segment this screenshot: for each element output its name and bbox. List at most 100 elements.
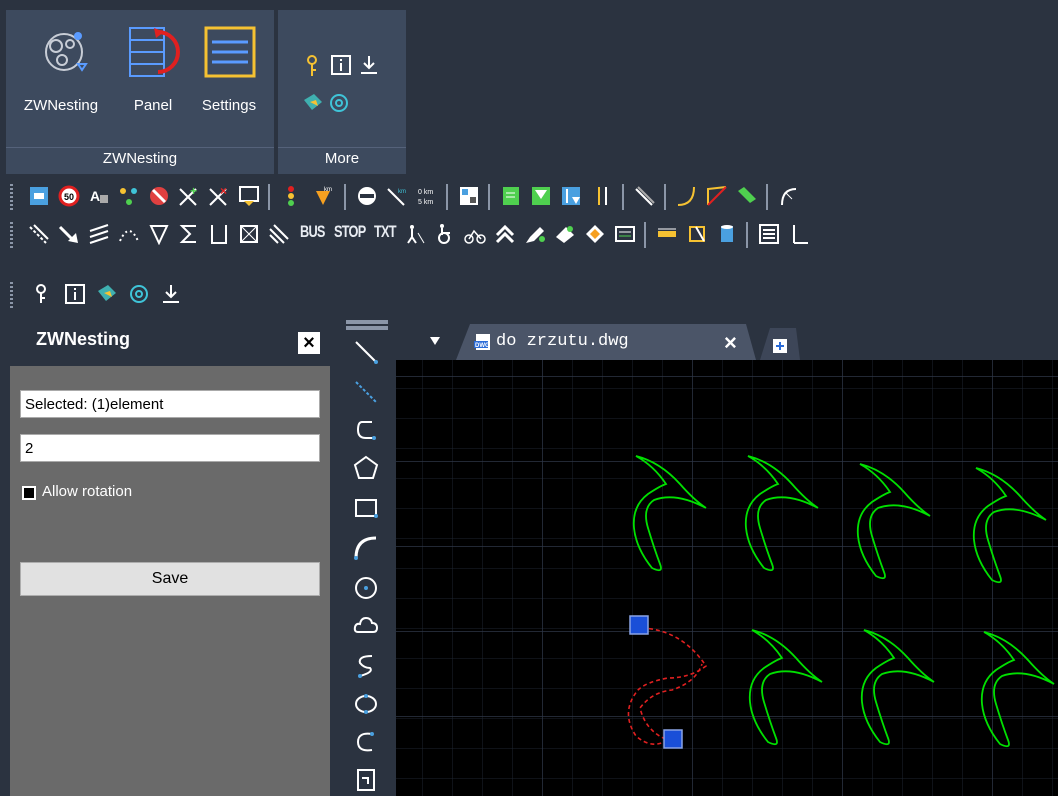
circle-icon[interactable] [352,574,380,602]
key-icon[interactable] [30,283,52,305]
new-tab-icon [773,339,787,353]
toolbar-row-1: 50 A + × km km 0 km 5 km [0,180,1058,216]
selected-elements-field[interactable]: Selected: (1)element [20,390,320,418]
cloud-icon[interactable] [352,612,380,640]
insert-block-icon[interactable] [352,766,380,794]
km-line-icon[interactable]: km [386,185,408,207]
info-icon[interactable] [330,54,352,76]
hatch-lines-icon[interactable] [268,223,290,245]
add-point-icon[interactable]: + [178,185,200,207]
traffic-light-icon[interactable] [280,185,302,207]
ellipse-arc-icon[interactable] [352,728,380,756]
hatch-curve-icon[interactable] [778,185,800,207]
speed-limit-icon[interactable]: 50 [58,185,80,207]
download-icon[interactable] [358,54,380,76]
circle-bar-icon[interactable] [356,185,378,207]
grid-table-icon[interactable] [458,185,480,207]
list-down-icon[interactable] [238,185,260,207]
polyline-icon[interactable] [352,416,380,444]
layer-list-icon[interactable] [614,223,636,245]
chevron-up-icon[interactable] [494,223,516,245]
spline-icon[interactable] [352,652,380,680]
document-tab[interactable]: DWG do zrzutu.dwg × [456,324,756,360]
allow-rotation-checkbox[interactable] [22,486,36,500]
email-at-icon[interactable] [128,283,150,305]
line-icon[interactable] [352,338,380,366]
toolbar-grip[interactable] [10,184,13,210]
nodes-icon[interactable] [118,185,140,207]
email-at-icon[interactable] [328,92,350,114]
coordinate-icon[interactable] [788,223,810,245]
pedestrian-icon[interactable] [404,223,426,245]
bus-text-button[interactable]: BUS [300,222,325,242]
remove-point-icon[interactable]: × [208,185,230,207]
polygon-icon[interactable] [352,454,380,482]
sort-icon[interactable] [560,185,582,207]
door-icon[interactable] [686,223,708,245]
toolbar-grip[interactable] [346,326,388,330]
toolbar-separator [488,184,490,210]
panel-close-button[interactable]: × [298,332,320,354]
stop-text-button[interactable]: STOP [334,222,366,242]
dimension-icon[interactable] [656,223,678,245]
u-shape-icon[interactable] [208,223,230,245]
dashed-line-icon[interactable] [28,223,50,245]
curve-icon[interactable] [676,185,698,207]
filter-icon[interactable] [530,185,552,207]
book-icon[interactable] [96,283,118,305]
triangle-down-icon[interactable] [148,223,170,245]
rectangle-icon[interactable] [352,494,380,522]
toolbar-grip[interactable] [10,222,13,248]
ray-icon[interactable] [352,378,380,406]
arrow-icon[interactable] [58,223,80,245]
text-block-icon[interactable] [758,223,780,245]
new-tab-button[interactable] [760,328,800,360]
drawing-canvas[interactable] [396,360,1058,796]
arc-icon[interactable] [352,534,380,562]
angle-icon[interactable] [706,185,728,207]
key-icon[interactable] [302,54,322,78]
book-icon[interactable] [302,92,324,114]
toolbar-separator [644,222,646,248]
panel-refresh-icon [129,27,180,77]
toolbar-row-3 [0,278,1058,314]
svg-text:+: + [190,185,197,198]
pencil-green-icon[interactable] [524,223,546,245]
svg-text:×: × [220,185,227,198]
sign-icon[interactable] [28,185,50,207]
green-document-icon[interactable] [500,185,522,207]
km-marker-icon[interactable]: km [312,185,334,207]
diagonal-line-icon[interactable] [634,185,656,207]
copies-count-field[interactable]: 2 [20,434,320,462]
panel-title: ZWNesting [36,329,130,349]
text-style-icon[interactable]: A [88,185,110,207]
sigma-icon[interactable] [178,223,200,245]
settings-list-icon [204,26,256,78]
tab-dropdown-icon[interactable] [428,334,442,348]
toolbar-grip[interactable] [346,320,388,324]
split-lines-icon[interactable] [592,185,614,207]
box-x-icon[interactable] [238,223,260,245]
txt-text-button[interactable]: TXT [374,222,397,242]
multi-line-icon[interactable] [88,223,110,245]
diamond-icon[interactable] [584,223,606,245]
cyclist-icon[interactable] [464,223,486,245]
eraser-icon[interactable] [554,223,576,245]
panel-body: Selected: (1)element 2 Allow rotation Sa… [10,366,330,796]
pen-icon[interactable] [736,185,758,207]
km-range-icon[interactable]: 0 km 5 km [416,185,438,207]
ellipse-icon[interactable] [352,690,380,718]
download-icon[interactable] [160,283,182,305]
document-tab-bar: DWG do zrzutu.dwg × [396,318,1058,360]
cylinder-icon[interactable] [716,223,738,245]
info-icon[interactable] [64,283,86,305]
no-entry-icon[interactable] [148,185,170,207]
settings-button-label: Settings [201,97,257,114]
toolbar-separator [344,184,346,210]
save-button[interactable]: Save [20,562,320,596]
wheelchair-icon[interactable] [434,223,456,245]
tab-close-button[interactable]: × [724,330,737,356]
toolbar-grip[interactable] [10,282,13,308]
dotted-curve-icon[interactable] [118,223,140,245]
svg-text:km: km [324,187,332,193]
